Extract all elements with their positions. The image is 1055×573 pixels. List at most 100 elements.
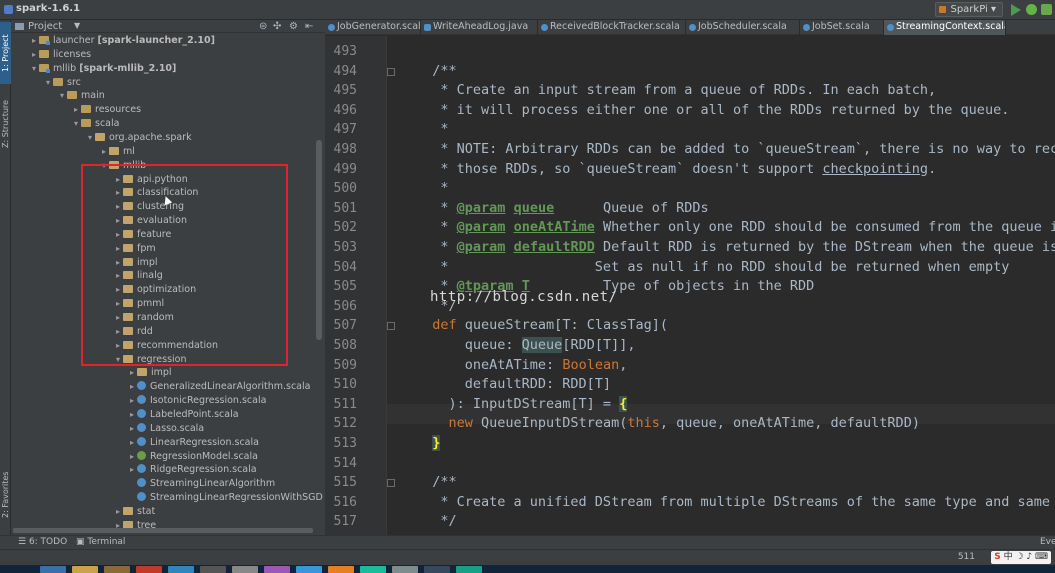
code-line[interactable]: * @param defaultRDD Default RDD is retur…	[416, 238, 1055, 258]
tree-item[interactable]: ▾ mllib [spark-mllib_2.10]	[29, 62, 176, 76]
collapsed-arrow-icon[interactable]: ▸	[29, 48, 39, 62]
expanded-arrow-icon[interactable]: ▾	[113, 353, 123, 367]
fold-toggle-icon[interactable]	[387, 479, 395, 488]
run-configuration-select[interactable]: SparkPi ▾	[935, 2, 1003, 17]
tree-item[interactable]: ▾ mllib	[99, 159, 146, 173]
tree-item[interactable]: ▸ resources	[71, 103, 141, 117]
collapsed-arrow-icon[interactable]: ▸	[29, 34, 39, 48]
tree-item[interactable]: ▸ impl	[113, 256, 158, 270]
collapsed-arrow-icon[interactable]: ▸	[113, 200, 123, 214]
project-tree[interactable]: ▸ launcher [spark-launcher_2.10] ▸ licenses…	[11, 34, 325, 535]
taskbar-app-icon[interactable]	[232, 566, 258, 573]
collapsed-arrow-icon[interactable]: ▸	[127, 366, 137, 380]
code-line[interactable]: /**	[416, 473, 456, 493]
collapsed-arrow-icon[interactable]: ▸	[113, 283, 123, 297]
hide-panel-icon[interactable]: ⇤	[305, 21, 313, 32]
collapsed-arrow-icon[interactable]: ▸	[113, 339, 123, 353]
gear-icon[interactable]: ⚙	[289, 21, 298, 32]
tree-item[interactable]: ▸ RegressionModel.scala	[127, 450, 258, 464]
project-view-label[interactable]: Project	[28, 21, 62, 32]
collapsed-arrow-icon[interactable]: ▸	[127, 380, 137, 394]
tool-tab-structure[interactable]: Z: Structure	[0, 88, 11, 160]
taskbar-app-icon[interactable]	[72, 566, 98, 573]
taskbar-app-icon[interactable]	[104, 566, 130, 573]
code-line[interactable]: * Set as null if no RDD should be return…	[416, 258, 1009, 278]
tool-tab-favorites[interactable]: 2: Favorites	[0, 460, 11, 530]
collapsed-arrow-icon[interactable]: ▸	[71, 103, 81, 117]
tree-item[interactable]: ▸ stat	[113, 505, 155, 519]
collapsed-arrow-icon[interactable]: ▸	[127, 450, 137, 464]
tree-horizontal-scrollbar[interactable]	[13, 528, 313, 533]
event-log-button[interactable]: Eve	[1040, 537, 1055, 547]
collapsed-arrow-icon[interactable]: ▸	[113, 311, 123, 325]
debug-icon[interactable]	[1026, 4, 1037, 15]
collapsed-arrow-icon[interactable]: ▸	[113, 269, 123, 283]
collapsed-arrow-icon[interactable]: ▸	[113, 173, 123, 187]
collapsed-arrow-icon[interactable]: ▸	[113, 214, 123, 228]
taskbar-app-icon[interactable]	[360, 566, 386, 573]
expanded-arrow-icon[interactable]: ▾	[99, 159, 109, 173]
tree-item[interactable]: ▸ IsotonicRegression.scala	[127, 394, 266, 408]
expanded-arrow-icon[interactable]: ▾	[57, 89, 67, 103]
tree-item[interactable]: ▸ fpm	[113, 242, 156, 256]
editor-tab[interactable]: WriteAheadLog.java	[421, 20, 538, 35]
taskbar-app-icon[interactable]	[328, 566, 354, 573]
tree-item[interactable]: ▸ classification	[113, 186, 198, 200]
code-line[interactable]: }	[416, 434, 441, 454]
tree-item[interactable]: ▸ Lasso.scala	[127, 422, 204, 436]
code-line[interactable]: *	[416, 179, 448, 199]
editor-tab[interactable]: StreamingContext.scala	[884, 20, 1006, 35]
expanded-arrow-icon[interactable]: ▾	[29, 62, 39, 76]
code-line[interactable]: new QueueInputDStream(this, queue, oneAt…	[416, 414, 920, 434]
collapsed-arrow-icon[interactable]: ▸	[127, 463, 137, 477]
tree-item[interactable]: ▾ main	[57, 89, 105, 103]
taskbar-app-icon[interactable]	[200, 566, 226, 573]
coverage-icon[interactable]	[1041, 4, 1052, 15]
tree-item[interactable]: ▾ regression	[113, 353, 187, 367]
tree-item[interactable]: ▸ impl	[127, 366, 172, 380]
code-line[interactable]: * Create an input stream from a queue of…	[416, 81, 936, 101]
tree-item[interactable]: ▸ optimization	[113, 283, 196, 297]
code-line[interactable]: def queueStream[T: ClassTag](	[416, 316, 668, 336]
tree-item[interactable]: ▾ src	[43, 76, 81, 90]
settings-icon[interactable]: ✣	[273, 21, 281, 32]
taskbar-app-icon[interactable]	[136, 566, 162, 573]
taskbar-app-icon[interactable]	[456, 566, 482, 573]
tree-item[interactable]: ▸ clustering	[113, 200, 184, 214]
tool-tab-project[interactable]: 1: Project	[0, 22, 11, 84]
collapsed-arrow-icon[interactable]: ▸	[113, 297, 123, 311]
collapsed-arrow-icon[interactable]: ▸	[127, 422, 137, 436]
editor-tab[interactable]: JobScheduler.scala	[686, 20, 800, 35]
tree-item[interactable]: ▸ LabeledPoint.scala	[127, 408, 239, 422]
code-editor[interactable]: 493 494 495 496 497 498 499 500 501 502 503 504 505 5…	[325, 36, 1055, 535]
todo-tool-button[interactable]: ☰ 6: TODO	[18, 537, 67, 547]
tree-item[interactable]: ▸ rdd	[113, 325, 153, 339]
code-line[interactable]: queue: Queue[RDD[T]],	[416, 336, 635, 356]
tree-item[interactable]: ▾ org.apache.spark	[85, 131, 192, 145]
code-line[interactable]: *	[416, 120, 448, 140]
code-line[interactable]: * it will process either one or all of t…	[416, 101, 1009, 121]
fold-toggle-icon[interactable]	[387, 67, 395, 76]
code-line[interactable]: * @param oneAtATime Whether only one RDD…	[416, 218, 1055, 238]
tree-item[interactable]: ▸ pmml	[113, 297, 164, 311]
collapsed-arrow-icon[interactable]: ▸	[113, 325, 123, 339]
tree-item[interactable]: ▸ RidgeRegression.scala	[127, 463, 257, 477]
code-line[interactable]: oneAtATime: Boolean,	[416, 356, 628, 376]
collapsed-arrow-icon[interactable]: ▸	[113, 256, 123, 270]
editor-tab[interactable]: ReceivedBlockTracker.scala	[538, 20, 686, 35]
expanded-arrow-icon[interactable]: ▾	[85, 131, 95, 145]
code-line[interactable]: ): InputDStream[T] = {	[416, 395, 628, 415]
collapsed-arrow-icon[interactable]: ▸	[113, 228, 123, 242]
taskbar-app-icon[interactable]	[168, 566, 194, 573]
editor-tab[interactable]: JobSet.scala	[800, 20, 884, 35]
taskbar-app-icon[interactable]	[40, 566, 66, 573]
tree-item[interactable]: ▸ random	[113, 311, 174, 325]
code-line[interactable]: defaultRDD: RDD[T]	[416, 375, 611, 395]
sync-icon[interactable]: ⊜	[259, 21, 267, 32]
tree-item[interactable]: StreamingLinearAlgorithm	[127, 477, 275, 491]
code-line[interactable]: */	[416, 512, 456, 532]
tree-item[interactable]: ▸ licenses	[29, 48, 91, 62]
code-line[interactable]: * NOTE: Arbitrary RDDs can be added to `…	[416, 140, 1055, 160]
collapsed-arrow-icon[interactable]: ▸	[127, 436, 137, 450]
taskbar-app-icon[interactable]	[264, 566, 290, 573]
